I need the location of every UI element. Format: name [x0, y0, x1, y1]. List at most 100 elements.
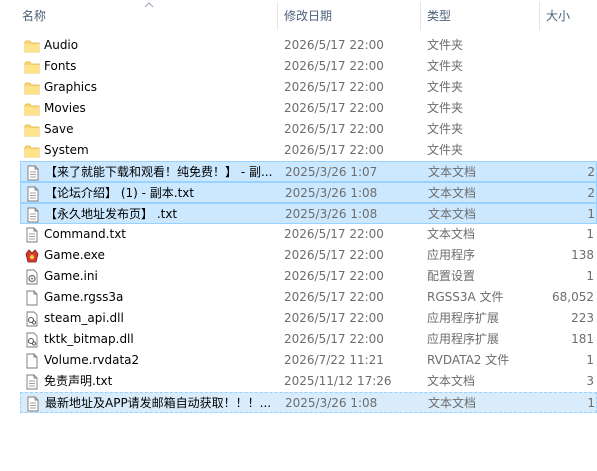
file-row[interactable]: 【论坛介绍】 (1) - 副本.txt 2025/3/26 1:08 文本文档 2	[20, 182, 597, 203]
file-modified-date: 2025/3/26 1:08	[285, 207, 378, 221]
file-name: Game.ini	[44, 269, 98, 283]
file-name: System	[44, 143, 89, 157]
text-file-icon	[26, 374, 38, 390]
column-header-size[interactable]: 大小	[540, 0, 597, 32]
file-type: 文本文档	[428, 396, 477, 410]
folder-icon	[24, 124, 40, 137]
generic-file-icon	[26, 353, 38, 369]
dll-file-icon	[26, 332, 38, 348]
file-type: 应用程序扩展	[427, 332, 500, 346]
file-name: 【永久地址发布页】 .txt	[45, 207, 178, 221]
file-name: Movies	[44, 101, 86, 115]
file-size	[540, 119, 594, 140]
file-row[interactable]: 【永久地址发布页】 .txt 2025/3/26 1:08 文本文档 1	[20, 203, 597, 224]
folder-icon	[24, 61, 40, 74]
file-modified-date: 2026/5/17 22:00	[284, 122, 384, 136]
file-row[interactable]: Volume.rvdata2 2026/7/22 11:21 RVDATA2 文件 1	[20, 350, 597, 371]
text-file-icon	[27, 207, 39, 223]
file-modified-date: 2026/5/17 22:00	[284, 80, 384, 94]
file-modified-date: 2026/5/17 22:00	[284, 248, 384, 262]
file-modified-date: 2026/5/17 22:00	[284, 332, 384, 346]
column-header-date[interactable]: 修改日期	[278, 0, 420, 32]
file-row[interactable]: Fonts 2026/5/17 22:00 文件夹	[20, 56, 597, 77]
file-size	[540, 98, 594, 119]
file-row[interactable]: 【来了就能下载和观看！纯免费！】 - 副... 2025/3/26 1:07 文本文…	[20, 161, 597, 182]
file-size: 1	[586, 227, 594, 241]
file-row[interactable]: Save 2026/5/17 22:00 文件夹	[20, 119, 597, 140]
file-type: RVDATA2 文件	[427, 353, 510, 367]
text-file-icon	[26, 227, 38, 243]
folder-icon	[24, 40, 40, 53]
file-type: 文本文档	[428, 186, 477, 200]
file-modified-date: 2026/5/17 22:00	[284, 38, 384, 52]
file-modified-date: 2026/5/17 22:00	[284, 101, 384, 115]
file-modified-date: 2025/3/26 1:07	[285, 165, 378, 179]
file-name: Game.exe	[44, 248, 105, 262]
file-size: 1	[587, 396, 595, 410]
file-name: Volume.rvdata2	[44, 353, 140, 367]
file-row[interactable]: 最新地址及APP请发邮箱自动获取！！！... 2025/3/26 1:08 文本文档…	[20, 392, 597, 413]
sort-ascending-icon	[144, 2, 154, 8]
folder-icon	[24, 103, 40, 116]
file-row[interactable]: Graphics 2026/5/17 22:00 文件夹	[20, 77, 597, 98]
file-row[interactable]: tktk_bitmap.dll 2026/5/17 22:00 应用程序扩展 181	[20, 329, 597, 350]
text-file-icon	[27, 165, 39, 181]
file-row[interactable]: Game.rgss3a 2026/5/17 22:00 RGSS3A 文件 68,05…	[20, 287, 597, 308]
file-name: Graphics	[44, 80, 97, 94]
file-name: Command.txt	[44, 227, 127, 241]
file-size: 1	[586, 353, 594, 367]
file-row[interactable]: Game.exe 2026/5/17 22:00 应用程序 138	[20, 245, 597, 266]
file-modified-date: 2025/11/12 17:26	[284, 374, 392, 388]
file-type: 应用程序扩展	[427, 311, 500, 325]
file-row[interactable]: Movies 2026/5/17 22:00 文件夹	[20, 98, 597, 119]
folder-icon	[24, 145, 40, 158]
file-type: 文本文档	[427, 374, 476, 388]
file-name: tktk_bitmap.dll	[44, 332, 134, 346]
file-type: 配置设置	[427, 269, 476, 283]
column-header-type[interactable]: 类型	[421, 0, 539, 32]
file-type: 文件夹	[427, 101, 464, 115]
file-row[interactable]: steam_api.dll 2026/5/17 22:00 应用程序扩展 223	[20, 308, 597, 329]
file-type: 文本文档	[428, 207, 477, 221]
file-row[interactable]: Command.txt 2026/5/17 22:00 文本文档 1	[20, 224, 597, 245]
file-modified-date: 2025/3/26 1:08	[285, 186, 378, 200]
file-row[interactable]: Audio 2026/5/17 22:00 文件夹	[20, 35, 597, 56]
file-name: 最新地址及APP请发邮箱自动获取！！！...	[45, 396, 272, 410]
file-size: 2	[587, 186, 595, 200]
dll-file-icon	[26, 311, 38, 327]
folder-icon	[24, 82, 40, 95]
file-size	[540, 140, 594, 161]
file-type: 文件夹	[427, 59, 464, 73]
file-size: 3	[586, 374, 594, 388]
text-file-icon	[27, 396, 39, 412]
file-size: 68,052	[552, 290, 594, 304]
file-size: 1	[587, 207, 595, 221]
file-size	[540, 77, 594, 98]
file-modified-date: 2025/3/26 1:08	[285, 396, 378, 410]
file-name: 【来了就能下载和观看！纯免费！】 - 副...	[45, 165, 273, 179]
file-type: 文本文档	[427, 227, 476, 241]
column-header: 名称 修改日期 类型 大小	[0, 0, 597, 32]
generic-file-icon	[26, 290, 38, 306]
file-modified-date: 2026/5/17 22:00	[284, 311, 384, 325]
file-type: 文本文档	[428, 165, 477, 179]
file-size: 138	[571, 248, 594, 262]
file-row[interactable]: System 2026/5/17 22:00 文件夹	[20, 140, 597, 161]
text-file-icon	[27, 186, 39, 202]
file-size: 223	[571, 311, 594, 325]
file-name: Fonts	[44, 59, 77, 73]
file-type: 文件夹	[427, 38, 464, 52]
file-modified-date: 2026/5/17 22:00	[284, 143, 384, 157]
file-type: 文件夹	[427, 143, 464, 157]
file-modified-date: 2026/5/17 22:00	[284, 227, 384, 241]
file-modified-date: 2026/5/17 22:00	[284, 269, 384, 283]
file-size: 1	[586, 269, 594, 283]
file-name: Save	[44, 122, 74, 136]
file-size	[540, 35, 594, 56]
file-modified-date: 2026/5/17 22:00	[284, 290, 384, 304]
file-size	[540, 56, 594, 77]
game-exe-icon	[25, 249, 39, 263]
file-name: 免责声明.txt	[44, 374, 113, 388]
file-row[interactable]: 免责声明.txt 2025/11/12 17:26 文本文档 3	[20, 371, 597, 392]
file-row[interactable]: Game.ini 2026/5/17 22:00 配置设置 1	[20, 266, 597, 287]
